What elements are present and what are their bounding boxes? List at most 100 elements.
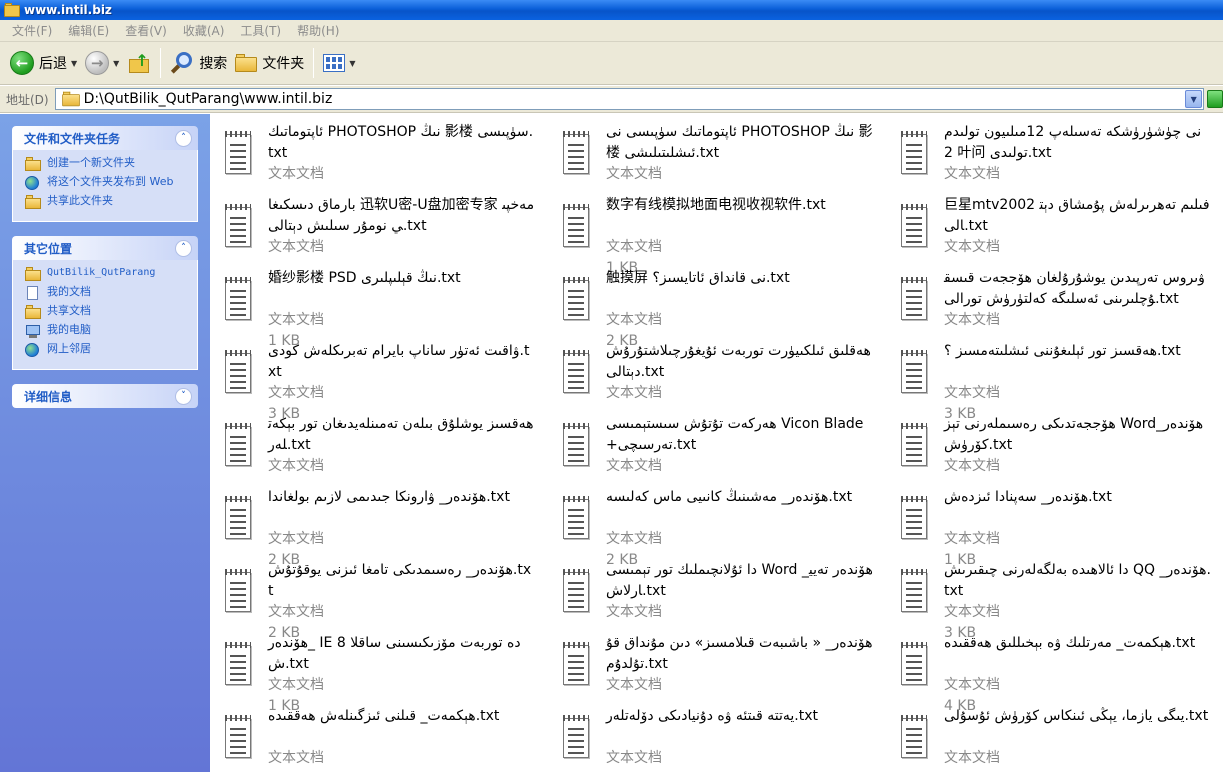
text-file-icon (898, 131, 930, 178)
place-label: 网上邻居 (47, 342, 91, 355)
file-name: ھۆندەر_ IE 8 دە توربەت مۆزىكىسىنى ساقلاش… (268, 635, 521, 672)
file-item[interactable]: دا ئۇلانچىملىك تور تېمىسى Word _ھۆندەر ت… (548, 560, 878, 624)
file-item[interactable]: ھېكمەت_ قىلنى ئىزگىنلەش ھەققىدە.txt文本文档5… (210, 706, 540, 772)
text-file-icon (222, 642, 254, 689)
views-button[interactable]: ▼ (319, 46, 359, 80)
menu-help[interactable]: 帮助(H) (289, 22, 347, 39)
file-name: بارماق دىسكىغا 迅软U密-U盘加密专家 مەخپىي نومۇر … (268, 197, 535, 234)
up-button[interactable]: ↑ (123, 46, 155, 80)
file-type: 文本文档 (606, 458, 662, 474)
dropdown-caret-icon[interactable]: ▼ (113, 59, 119, 68)
place-my-documents[interactable]: 我的文档 (25, 285, 189, 300)
task-pane: 文件和文件夹任务 ˄ 创建一个新文件夹 将这个文件夹发布到 Web 共享此文件夹… (0, 114, 210, 772)
file-name: ھۆندەر_ ۋارونكا جىدىمى لازىم بولغاندا.tx… (268, 489, 510, 505)
dropdown-caret-icon[interactable]: ▼ (349, 59, 355, 68)
text-file-icon (222, 423, 254, 470)
text-file-icon (222, 496, 254, 543)
text-file-icon (898, 569, 930, 616)
file-item[interactable]: ھەقسىز تور ئېلىغۇننى ئىشلىتەمسىز ؟.txt 文本… (886, 341, 1216, 422)
file-type: 文本文档 (944, 750, 1000, 766)
file-item[interactable]: 巨星mtv2002 فىلىم تەھرىرلەش پۇمشاق دېتالى.… (886, 195, 1216, 259)
collapse-up-icon[interactable]: ˄ (175, 129, 192, 147)
file-item[interactable]: ئاپتوماتىك سۈپىسى نى PHOTOSHOP نىڭ 影楼 ئى… (548, 122, 878, 186)
address-input[interactable]: D:\QutBilik_QutParang\www.intil.biz ▼ (54, 88, 1205, 110)
go-button[interactable] (1207, 90, 1223, 108)
expand-down-icon[interactable]: ˅ (175, 387, 192, 405)
file-item[interactable]: ھۆندەر_ IE 8 دە توربەت مۆزىكىسىنى ساقلاش… (210, 633, 540, 714)
search-icon (170, 51, 194, 75)
menu-edit[interactable]: 编辑(E) (60, 22, 117, 39)
file-item[interactable]: نى چۈشۈرۈشكە تەسىلەپ 12مىلىيون تولىدم 2 … (886, 122, 1216, 186)
other-places-panel: 其它位置 ˄ QutBilik_QutParang 我的文档 共享文档 我的电脑 (12, 236, 198, 370)
dropdown-caret-icon[interactable]: ▼ (71, 59, 77, 68)
file-item[interactable]: بارماق دىسكىغا 迅软U密-U盘加密专家 مەخپىي نومۇر … (210, 195, 540, 259)
task-share-folder[interactable]: 共享此文件夹 (25, 194, 189, 209)
folders-button[interactable]: 文件夹 (231, 46, 308, 80)
address-path: D:\QutBilik_QutParang\www.intil.biz (83, 91, 333, 107)
menu-view[interactable]: 查看(V) (117, 22, 175, 39)
place-shared-documents[interactable]: 共享文档 (25, 304, 189, 319)
toolbar-separator (313, 48, 315, 78)
file-type: 文本文档 (268, 677, 324, 693)
task-label: 共享此文件夹 (47, 194, 113, 207)
task-publish-web[interactable]: 将这个文件夹发布到 Web (25, 175, 189, 190)
place-label: 我的电脑 (47, 323, 91, 336)
text-file-icon (222, 715, 254, 762)
text-file-icon (898, 496, 930, 543)
text-file-icon (898, 423, 930, 470)
place-my-computer[interactable]: 我的电脑 (25, 323, 189, 338)
panel-header[interactable]: 文件和文件夹任务 ˄ (12, 126, 198, 150)
place-label: 我的文档 (47, 285, 91, 298)
file-item[interactable]: ھەقلىق ئىلكىيۈرت توربەت ئۇيغۇرچىلاشتۇرۇش… (548, 341, 878, 405)
search-label: 搜索 (199, 56, 228, 72)
toolbar: ← 后退 ▼ → ▼ ↑ 搜索 文件夹 ▼ (0, 42, 1223, 85)
place-network[interactable]: 网上邻居 (25, 342, 189, 357)
file-item[interactable]: ئاپتوماتىك PHOTOSHOP نىڭ 影楼 سۈپىسى.txt 文本… (210, 122, 540, 186)
file-item[interactable]: ھۆندەر_ رەسىمدىكى تامغا ئىزنى يوقۇتۇش.tx… (210, 560, 540, 641)
file-item[interactable]: دا ئالاھىدە بەلگەلەرنى چىقىرىش QQ _ھۆندە… (886, 560, 1216, 641)
file-item[interactable]: ھەقسىز يوشلۇق بىلەن تەمىنلەيدىغان تور بې… (210, 414, 540, 478)
panel-header[interactable]: 其它位置 ˄ (12, 236, 198, 260)
task-label: 创建一个新文件夹 (47, 156, 135, 169)
file-item[interactable]: ۋىروس تەرپىدىن يوشۇرۇلغان ھۆججەت قىسقۇچل… (886, 268, 1216, 332)
file-item[interactable]: ھۆندەر_ مەشىنىڭ كانىيى ماس كەلىسە.txt 文本文… (548, 487, 878, 568)
forward-arrow-icon: → (85, 51, 110, 75)
menu-tools[interactable]: 工具(T) (232, 22, 289, 39)
text-file-icon (898, 277, 930, 324)
file-item[interactable]: يەتتە قىتئە ۋە دۇنيادىكى دۆلەتلەر.txt 文本文… (548, 706, 878, 772)
file-item[interactable]: ھۆندەر_ « باشىبەت قىلامسىز» دىن مۇنداق ق… (548, 633, 878, 697)
task-new-folder[interactable]: 创建一个新文件夹 (25, 156, 189, 171)
file-type: 文本文档 (268, 531, 324, 547)
file-item[interactable]: 婚纱影楼 PSD نىڭ قېلىپلىرى.txt 文本文档 1 KB (210, 268, 540, 349)
search-button[interactable]: 搜索 (166, 46, 231, 80)
folder-up-icon: ↑ (127, 51, 151, 75)
forward-button[interactable]: → ▼ (81, 46, 123, 80)
file-item[interactable]: ھۆندەر_ سەپنادا ئىزدەش.txt 文本文档 1 KB (886, 487, 1216, 568)
folder-icon (61, 91, 80, 107)
menu-favorites[interactable]: 收藏(A) (175, 22, 233, 39)
file-type: 文本文档 (606, 750, 662, 766)
file-item[interactable]: ۋاقىت ئەتۈر ساناپ بايرام تەبرىكلەش كودى.… (210, 341, 540, 422)
file-type: 文本文档 (606, 677, 662, 693)
address-dropdown-icon[interactable]: ▼ (1185, 90, 1203, 108)
panel-header[interactable]: 详细信息 ˅ (12, 384, 198, 408)
views-icon (323, 54, 346, 72)
file-item[interactable]: ھېكمەت_ مەرتلىك ۋە بېخىللىق ھەققىدە.txt 文… (886, 633, 1216, 714)
file-item[interactable]: 数字有线模拟地面电视收视软件.txt 文本文档 1 KB (548, 195, 878, 276)
file-name: نى چۈشۈرۈشكە تەسىلەپ 12مىلىيون تولىدم 2 … (944, 124, 1202, 161)
menu-file[interactable]: 文件(F) (4, 22, 60, 39)
address-bar: 地址(D) D:\QutBilik_QutParang\www.intil.bi… (0, 86, 1223, 113)
file-item[interactable]: يىگى يازما، يېڭى ئىنكاس كۆرۈش ئۇسۇلى.txt… (886, 706, 1216, 772)
file-name: ھۆججەتدىكى رەسىملەرنى تېز Word_ھۆندەر كۆ… (944, 416, 1204, 453)
collapse-up-icon[interactable]: ˄ (175, 239, 192, 257)
back-button[interactable]: ← 后退 ▼ (6, 46, 81, 80)
file-item[interactable]: 触摸屏 نى قانداق ئاتايسىز؟.txt 文本文档 2 KB (548, 268, 878, 349)
place-parent-folder[interactable]: QutBilik_QutParang (25, 266, 189, 281)
file-type: 文本文档 (268, 750, 324, 766)
file-item[interactable]: ھەركەت تۇتۇش سىستېمىسى Vicon Blade+تەرسى… (548, 414, 878, 478)
file-item[interactable]: ھۆندەر_ ۋارونكا جىدىمى لازىم بولغاندا.tx… (210, 487, 540, 568)
file-item[interactable]: ھۆججەتدىكى رەسىملەرنى تېز Word_ھۆندەر كۆ… (886, 414, 1216, 478)
text-file-icon (222, 277, 254, 324)
text-file-icon (560, 423, 592, 470)
details-panel: 详细信息 ˅ (12, 384, 198, 408)
